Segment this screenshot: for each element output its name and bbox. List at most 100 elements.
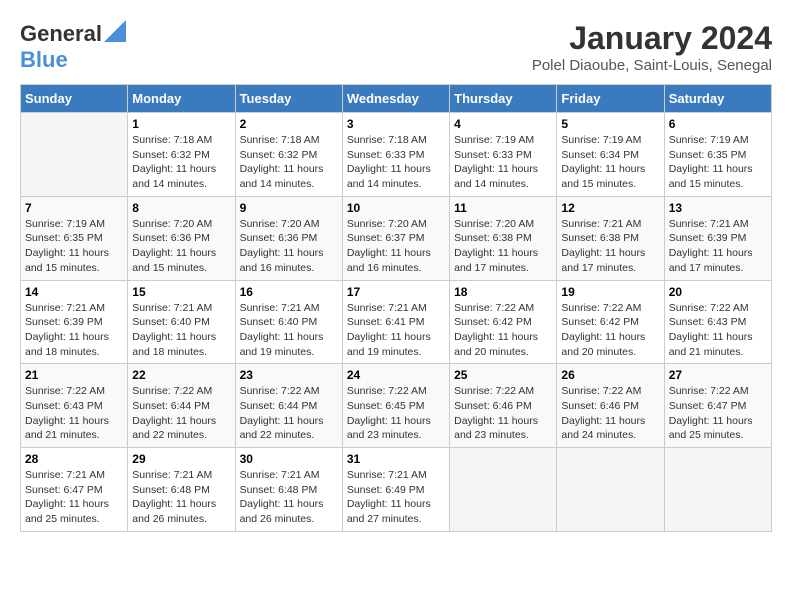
day-info: Sunrise: 7:22 AMSunset: 6:43 PMDaylight:… bbox=[25, 384, 123, 443]
calendar-cell: 27 Sunrise: 7:22 AMSunset: 6:47 PMDayligh… bbox=[664, 364, 771, 448]
day-info: Sunrise: 7:20 AMSunset: 6:36 PMDaylight:… bbox=[132, 217, 230, 276]
day-number: 26 bbox=[561, 368, 659, 382]
day-number: 15 bbox=[132, 285, 230, 299]
calendar-cell bbox=[664, 448, 771, 532]
day-number: 13 bbox=[669, 201, 767, 215]
calendar-cell: 29Sunrise: 7:21 AMSunset: 6:48 PMDayligh… bbox=[128, 448, 235, 532]
calendar-cell: 12Sunrise: 7:21 AMSunset: 6:38 PMDayligh… bbox=[557, 196, 664, 280]
day-info: Sunrise: 7:21 AMSunset: 6:40 PMDaylight:… bbox=[240, 301, 338, 360]
day-number: 29 bbox=[132, 452, 230, 466]
day-number: 3 bbox=[347, 117, 445, 131]
day-info: Sunrise: 7:21 AMSunset: 6:40 PMDaylight:… bbox=[132, 301, 230, 360]
calendar-cell: 21 Sunrise: 7:22 AMSunset: 6:43 PMDayligh… bbox=[21, 364, 128, 448]
day-number: 20 bbox=[669, 285, 767, 299]
day-number: 21 bbox=[25, 368, 123, 382]
calendar-cell: 10 Sunrise: 7:20 AMSunset: 6:37 PMDayligh… bbox=[342, 196, 449, 280]
calendar-cell: 30Sunrise: 7:21 AMSunset: 6:48 PMDayligh… bbox=[235, 448, 342, 532]
day-info: Sunrise: 7:19 AMSunset: 6:33 PMDaylight:… bbox=[454, 133, 552, 192]
calendar-cell: 9 Sunrise: 7:20 AMSunset: 6:36 PMDaylight… bbox=[235, 196, 342, 280]
day-info: Sunrise: 7:19 AMSunset: 6:34 PMDaylight:… bbox=[561, 133, 659, 192]
day-info: Sunrise: 7:20 AMSunset: 6:36 PMDaylight:… bbox=[240, 217, 338, 276]
day-info: Sunrise: 7:21 AMSunset: 6:38 PMDaylight:… bbox=[561, 217, 659, 276]
header-tuesday: Tuesday bbox=[235, 85, 342, 113]
header-saturday: Saturday bbox=[664, 85, 771, 113]
calendar-header: Sunday Monday Tuesday Wednesday Thursday… bbox=[21, 85, 772, 113]
day-info: Sunrise: 7:19 AMSunset: 6:35 PMDaylight:… bbox=[25, 217, 123, 276]
day-info: Sunrise: 7:22 AMSunset: 6:42 PMDaylight:… bbox=[561, 301, 659, 360]
logo-blue: Blue bbox=[20, 47, 68, 73]
calendar-cell: 18 Sunrise: 7:22 AMSunset: 6:42 PMDayligh… bbox=[450, 280, 557, 364]
calendar-cell: 3 Sunrise: 7:18 AMSunset: 6:33 PMDaylight… bbox=[342, 113, 449, 197]
logo-text: General bbox=[20, 20, 126, 47]
logo-general: General bbox=[20, 21, 102, 47]
calendar-week-row: 1 Sunrise: 7:18 AMSunset: 6:32 PMDaylight… bbox=[21, 113, 772, 197]
day-info: Sunrise: 7:22 AMSunset: 6:44 PMDaylight:… bbox=[132, 384, 230, 443]
logo-triangle-icon bbox=[104, 20, 126, 47]
header-thursday: Thursday bbox=[450, 85, 557, 113]
day-number: 25 bbox=[454, 368, 552, 382]
day-info: Sunrise: 7:22 AMSunset: 6:44 PMDaylight:… bbox=[240, 384, 338, 443]
day-number: 27 bbox=[669, 368, 767, 382]
day-number: 6 bbox=[669, 117, 767, 131]
calendar-cell: 14 Sunrise: 7:21 AMSunset: 6:39 PMDayligh… bbox=[21, 280, 128, 364]
day-number: 16 bbox=[240, 285, 338, 299]
day-info: Sunrise: 7:20 AMSunset: 6:37 PMDaylight:… bbox=[347, 217, 445, 276]
day-info: Sunrise: 7:22 AMSunset: 6:47 PMDaylight:… bbox=[669, 384, 767, 443]
page-header: General Blue January 2024 Polel Diaoube,… bbox=[20, 20, 772, 74]
day-info: Sunrise: 7:21 AMSunset: 6:41 PMDaylight:… bbox=[347, 301, 445, 360]
day-info: Sunrise: 7:21 AMSunset: 6:49 PMDaylight:… bbox=[347, 468, 445, 527]
calendar-cell: 2 Sunrise: 7:18 AMSunset: 6:32 PMDaylight… bbox=[235, 113, 342, 197]
calendar-cell bbox=[450, 448, 557, 532]
calendar-cell: 20 Sunrise: 7:22 AMSunset: 6:43 PMDayligh… bbox=[664, 280, 771, 364]
day-number: 30 bbox=[240, 452, 338, 466]
day-info: Sunrise: 7:21 AMSunset: 6:47 PMDaylight:… bbox=[25, 468, 123, 527]
calendar-cell: 8 Sunrise: 7:20 AMSunset: 6:36 PMDaylight… bbox=[128, 196, 235, 280]
day-info: Sunrise: 7:20 AMSunset: 6:38 PMDaylight:… bbox=[454, 217, 552, 276]
calendar-week-row: 21 Sunrise: 7:22 AMSunset: 6:43 PMDayligh… bbox=[21, 364, 772, 448]
calendar-cell: 7Sunrise: 7:19 AMSunset: 6:35 PMDaylight… bbox=[21, 196, 128, 280]
calendar-cell: 25Sunrise: 7:22 AMSunset: 6:46 PMDayligh… bbox=[450, 364, 557, 448]
day-number: 17 bbox=[347, 285, 445, 299]
day-number: 14 bbox=[25, 285, 123, 299]
calendar-cell: 13Sunrise: 7:21 AMSunset: 6:39 PMDayligh… bbox=[664, 196, 771, 280]
day-number: 18 bbox=[454, 285, 552, 299]
calendar-cell: 15 Sunrise: 7:21 AMSunset: 6:40 PMDayligh… bbox=[128, 280, 235, 364]
calendar-cell: 1Sunrise: 7:18 AMSunset: 6:32 PMDaylight… bbox=[128, 113, 235, 197]
day-info: Sunrise: 7:22 AMSunset: 6:45 PMDaylight:… bbox=[347, 384, 445, 443]
day-info: Sunrise: 7:22 AMSunset: 6:42 PMDaylight:… bbox=[454, 301, 552, 360]
day-number: 9 bbox=[240, 201, 338, 215]
day-info: Sunrise: 7:18 AMSunset: 6:32 PMDaylight:… bbox=[240, 133, 338, 192]
calendar-cell: 23 Sunrise: 7:22 AMSunset: 6:44 PMDayligh… bbox=[235, 364, 342, 448]
calendar-cell: 6Sunrise: 7:19 AMSunset: 6:35 PMDaylight… bbox=[664, 113, 771, 197]
calendar-cell: 31 Sunrise: 7:21 AMSunset: 6:49 PMDayligh… bbox=[342, 448, 449, 532]
title-block: January 2024 Polel Diaoube, Saint-Louis,… bbox=[532, 20, 772, 74]
day-number: 8 bbox=[132, 201, 230, 215]
day-info: Sunrise: 7:18 AMSunset: 6:33 PMDaylight:… bbox=[347, 133, 445, 192]
header-wednesday: Wednesday bbox=[342, 85, 449, 113]
calendar-week-row: 14 Sunrise: 7:21 AMSunset: 6:39 PMDayligh… bbox=[21, 280, 772, 364]
day-number: 19 bbox=[561, 285, 659, 299]
day-number: 2 bbox=[240, 117, 338, 131]
day-number: 4 bbox=[454, 117, 552, 131]
day-info: Sunrise: 7:21 AMSunset: 6:39 PMDaylight:… bbox=[25, 301, 123, 360]
day-number: 23 bbox=[240, 368, 338, 382]
calendar-body: 1 Sunrise: 7:18 AMSunset: 6:32 PMDaylight… bbox=[21, 113, 772, 532]
day-number: 24 bbox=[347, 368, 445, 382]
day-number: 10 bbox=[347, 201, 445, 215]
weekday-header-row: Sunday Monday Tuesday Wednesday Thursday… bbox=[21, 85, 772, 113]
header-friday: Friday bbox=[557, 85, 664, 113]
calendar-table: Sunday Monday Tuesday Wednesday Thursday… bbox=[20, 84, 772, 532]
day-number: 28 bbox=[25, 452, 123, 466]
calendar-cell bbox=[21, 113, 128, 197]
calendar-week-row: 7Sunrise: 7:19 AMSunset: 6:35 PMDaylight… bbox=[21, 196, 772, 280]
day-info: Sunrise: 7:22 AMSunset: 6:43 PMDaylight:… bbox=[669, 301, 767, 360]
calendar-cell: 26 Sunrise: 7:22 AMSunset: 6:46 PMDayligh… bbox=[557, 364, 664, 448]
calendar-title: January 2024 bbox=[532, 20, 772, 57]
header-sunday: Sunday bbox=[21, 85, 128, 113]
calendar-cell: 16 Sunrise: 7:21 AMSunset: 6:40 PMDayligh… bbox=[235, 280, 342, 364]
calendar-cell: 17 Sunrise: 7:21 AMSunset: 6:41 PMDayligh… bbox=[342, 280, 449, 364]
day-info: Sunrise: 7:22 AMSunset: 6:46 PMDaylight:… bbox=[561, 384, 659, 443]
calendar-cell: 4 Sunrise: 7:19 AMSunset: 6:33 PMDaylight… bbox=[450, 113, 557, 197]
day-number: 1 bbox=[132, 117, 230, 131]
day-number: 31 bbox=[347, 452, 445, 466]
